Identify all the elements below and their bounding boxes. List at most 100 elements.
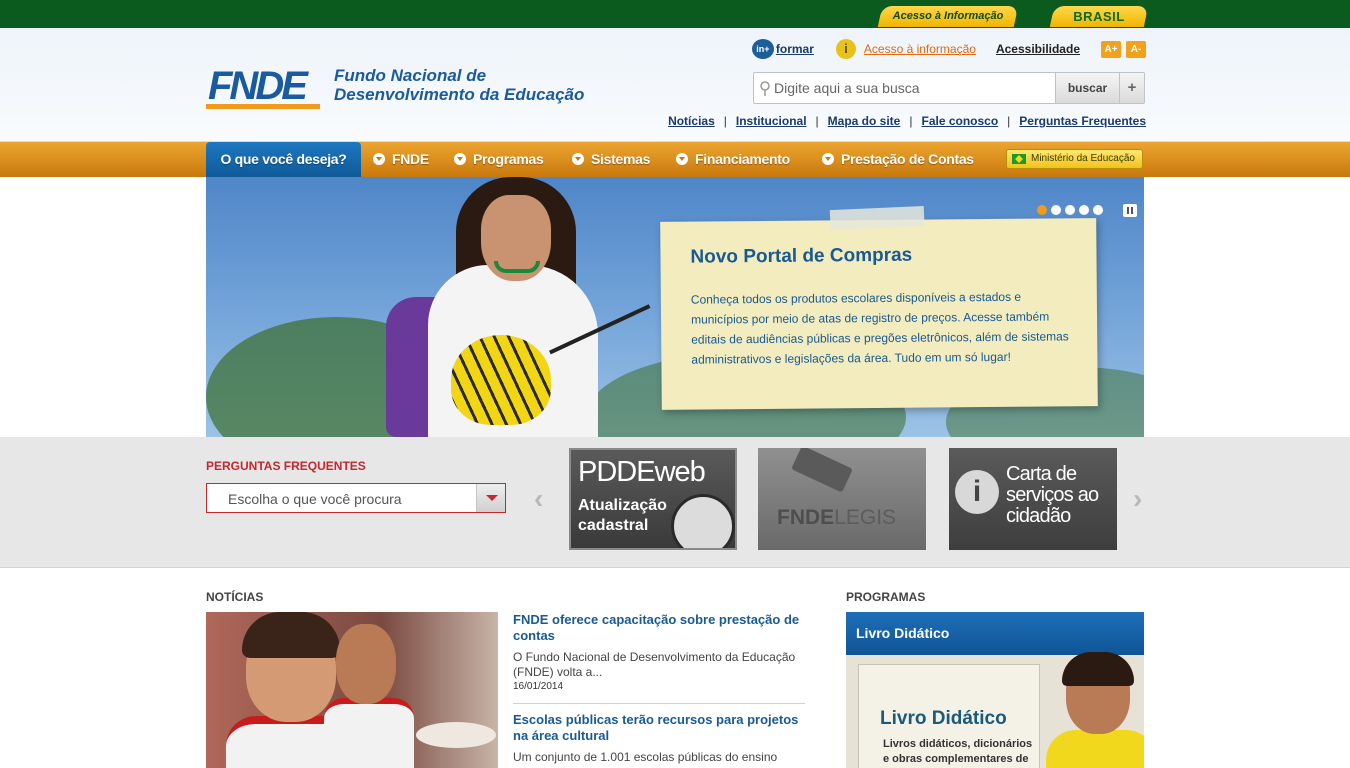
tile-pddeweb-title: PDDEweb — [578, 456, 706, 488]
school-badge-icon — [671, 494, 735, 548]
gov-brasil-tab[interactable]: BRASIL — [1049, 6, 1149, 27]
news-summary: O Fundo Nacional de Desenvolvimento da E… — [513, 650, 796, 679]
news-divider — [513, 703, 805, 704]
nav-programas-label: Programas — [473, 151, 544, 167]
acessibilidade-link[interactable]: Acessibilidade — [996, 42, 1080, 56]
logo-wordmark: FNDE — [208, 66, 309, 108]
fnde-logo-mark: FNDE — [206, 66, 320, 109]
faq-select[interactable]: Escolha o que você procura — [206, 483, 506, 513]
programs-section-title: PROGRAMAS — [846, 590, 926, 604]
nav-fnde-label: FNDE — [392, 151, 429, 167]
tile-legis-part2: LEGIS — [834, 506, 897, 529]
link-mapa-do-site[interactable]: Mapa do site — [828, 114, 901, 128]
carousel-prev-arrow[interactable]: ‹ — [534, 483, 543, 515]
informar-link[interactable]: formar — [776, 42, 814, 56]
main-nav: O que você deseja? FNDE Programas Sistem… — [0, 142, 1350, 177]
tile-legis-part1: FNDE — [777, 506, 835, 529]
search-input[interactable] — [774, 76, 1052, 100]
tile-carta-text: Carta de serviços ao cidadão — [1006, 463, 1099, 527]
news-photo[interactable] — [206, 612, 498, 768]
banner-helmet — [451, 335, 551, 425]
banner-girl-collar — [494, 261, 540, 273]
tile-pddeweb[interactable]: PDDEweb Atualização cadastral — [569, 448, 737, 550]
nav-programas[interactable]: Programas — [454, 142, 544, 177]
news-item: Escolas públicas terão recursos para pro… — [513, 712, 805, 765]
ministerio-educacao-button[interactable]: Ministério da Educação — [1006, 149, 1143, 169]
search-button[interactable]: buscar — [1055, 73, 1119, 103]
link-separator: | — [909, 114, 913, 128]
tile-fnde-legis-title: FNDELEGIS — [777, 506, 896, 530]
program-card-header: Livro Didático — [846, 612, 1144, 655]
carousel-next-arrow[interactable]: › — [1133, 483, 1142, 515]
nav-financiamento-label: Financiamento — [695, 151, 790, 167]
slide-dot-5[interactable] — [1093, 205, 1103, 215]
link-separator: | — [723, 114, 727, 128]
gov-acesso-label[interactable]: Acesso à Informação — [880, 6, 1016, 27]
info-bubble-icon: i — [955, 470, 999, 514]
gov-top-bar: Acesso à Informação BRASIL — [0, 0, 1350, 28]
gavel-icon — [791, 448, 853, 493]
nav-fnde[interactable]: FNDE — [373, 142, 429, 177]
news-headline[interactable]: Escolas públicas terão recursos para pro… — [513, 712, 805, 744]
program-card-title[interactable]: Livro Didático — [856, 625, 949, 641]
font-decrease-button[interactable]: A- — [1126, 40, 1146, 58]
news-item: FNDE oferece capacitação sobre prestação… — [513, 612, 805, 692]
gov-brasil-label[interactable]: BRASIL — [1052, 6, 1146, 27]
program-book-subtitle-line2: e obras complementares de — [883, 753, 1029, 765]
faq-title: PERGUNTAS FREQUENTES — [206, 459, 366, 473]
news-headline[interactable]: FNDE oferece capacitação sobre prestação… — [513, 612, 805, 644]
org-name: Fundo Nacional de Desenvolvimento da Edu… — [334, 66, 634, 104]
quick-access-strip: PERGUNTAS FREQUENTES Escolha o que você … — [0, 437, 1350, 568]
link-noticias[interactable]: Notícias — [668, 114, 715, 128]
font-increase-button[interactable]: A+ — [1101, 40, 1121, 58]
link-fale-conosco[interactable]: Fale conosco — [921, 114, 998, 128]
news-summary: Um conjunto de 1.001 escolas públicas do… — [513, 750, 778, 764]
nav-sistemas-label: Sistemas — [591, 151, 651, 167]
chevron-down-icon — [822, 153, 834, 165]
chevron-down-icon — [454, 153, 466, 165]
search-icon — [760, 81, 770, 96]
news-section-title: NOTÍCIAS — [206, 590, 264, 604]
tile-fnde-legis[interactable]: FNDELEGIS — [758, 448, 926, 550]
program-book-subtitle-line1: Livros didáticos, dicionários — [883, 738, 1033, 750]
nav-o-que-voce-deseja[interactable]: O que você deseja? — [206, 142, 361, 177]
banner-title[interactable]: Novo Portal de Compras — [690, 245, 912, 269]
gov-acesso-informacao-tab[interactable]: Acesso à Informação — [877, 6, 1019, 27]
photo-boy-shirt — [1046, 730, 1144, 768]
tile-carta-servicos[interactable]: i Carta de serviços ao cidadão — [949, 448, 1117, 550]
link-institucional[interactable]: Institucional — [736, 114, 807, 128]
nav-sistemas[interactable]: Sistemas — [572, 142, 650, 177]
header-top-links: in+ formar i Acesso à informação Acessib… — [751, 38, 1146, 60]
hero-banner[interactable]: Novo Portal de Compras Conheça todos os … — [206, 177, 1144, 437]
banner-body: Conheça todos os produtos escolares disp… — [690, 289, 1069, 367]
photo-kid-shirt — [324, 698, 414, 768]
photo-kid-hair — [242, 612, 340, 658]
slide-dot-2[interactable] — [1051, 205, 1061, 215]
ministerio-label: Ministério da Educação — [1031, 153, 1135, 164]
search-advanced-button[interactable]: + — [1119, 73, 1144, 103]
site-header: FNDE Fundo Nacional de Desenvolvimento d… — [0, 28, 1350, 142]
pause-icon[interactable] — [1123, 204, 1137, 217]
slide-dot-3[interactable] — [1065, 205, 1075, 215]
nav-financiamento[interactable]: Financiamento — [676, 142, 790, 177]
acesso-informacao-link[interactable]: Acesso à informação — [864, 42, 976, 56]
nav-prestacao-de-contas[interactable]: Prestação de Contas — [822, 142, 974, 177]
chevron-down-icon — [676, 153, 688, 165]
program-book-subtitle: Livros didáticos, dicionários e obras co… — [883, 737, 1032, 767]
slide-dot-1[interactable] — [1037, 205, 1047, 215]
photo-boy-hair — [1062, 652, 1134, 686]
news-date: 16/01/2014 — [513, 681, 564, 692]
search-box: buscar + — [753, 72, 1145, 104]
info-icon: i — [835, 39, 856, 59]
faq-select-value: Escolha o que você procura — [228, 491, 402, 507]
link-separator: | — [815, 114, 819, 128]
informar-icon[interactable]: in+ — [751, 39, 774, 59]
header-sub-links: Notícias | Institucional | Mapa do site … — [668, 114, 1146, 128]
note-tape — [829, 205, 925, 231]
link-perguntas-frequentes[interactable]: Perguntas Frequentes — [1019, 114, 1146, 128]
banner-note-card[interactable]: Novo Portal de Compras Conheça todos os … — [660, 205, 1098, 410]
chevron-down-icon[interactable] — [476, 484, 505, 512]
photo-kid-face — [336, 624, 396, 704]
slide-dot-4[interactable] — [1079, 205, 1089, 215]
slide-indicators — [1037, 205, 1107, 215]
